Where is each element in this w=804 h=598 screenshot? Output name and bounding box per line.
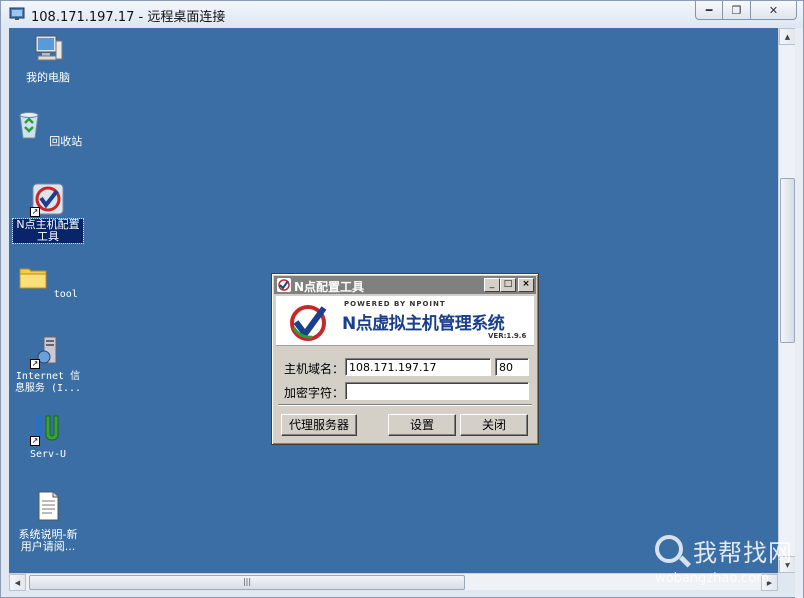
- dialog-title: N点配置工具: [294, 280, 365, 294]
- npoint-config-icon: ↗: [30, 183, 64, 217]
- settings-button[interactable]: 设置: [388, 414, 456, 436]
- vertical-scroll-thumb[interactable]: [780, 178, 795, 343]
- folder-icon: [19, 268, 47, 289]
- desktop-icon-iis[interactable]: ↗ Internet 信息服务 (I...: [10, 335, 86, 395]
- watermark-url: wobangzhao.com: [655, 571, 769, 586]
- port-input[interactable]: [495, 358, 529, 376]
- watermark: 我帮找网 wobangzhao.com: [651, 531, 801, 595]
- remote-desktop-window: 108.171.197.17 - 远程桌面连接 ━ ❐ ✕ 我的电脑 回收站 ↗…: [0, 0, 804, 598]
- close-dialog-button[interactable]: 关闭: [460, 414, 528, 436]
- shortcut-arrow-icon: ↗: [30, 359, 40, 369]
- horizontal-scroll-thumb[interactable]: |||: [29, 575, 465, 590]
- minimize-button[interactable]: ━: [695, 1, 723, 20]
- npoint-app-icon: [277, 278, 291, 292]
- key-input[interactable]: [345, 382, 529, 400]
- vertical-scrollbar[interactable]: ▲ ▼: [778, 28, 796, 573]
- remote-desktop-icon: [9, 7, 25, 20]
- desktop-icon-label: 回收站: [49, 135, 83, 148]
- restore-icon: ❐: [731, 3, 742, 17]
- npoint-config-dialog: N点配置工具 _ □ × POWERED BY NPOINT N点虚拟主机管理系…: [271, 273, 539, 445]
- desktop-icon-npoint-config[interactable]: ↗ N点主机配置工具: [10, 183, 86, 244]
- minimize-icon: _: [489, 279, 495, 289]
- product-name: N点虚拟主机管理系统: [342, 314, 505, 334]
- watermark-name: 我帮找网: [693, 539, 793, 567]
- close-window-button[interactable]: ✕: [751, 1, 797, 20]
- npoint-logo-icon: [290, 305, 327, 341]
- window-border: [795, 28, 803, 598]
- arrow-up-icon: ▲: [784, 32, 791, 41]
- text-document-icon: [38, 491, 59, 521]
- desktop-icon-label: tool: [53, 289, 78, 300]
- desktop-icon-label: 我的电脑: [26, 71, 70, 84]
- arrow-left-icon: ◀: [14, 578, 21, 587]
- close-icon: ✕: [768, 3, 779, 17]
- desktop-icon-label: N点主机配置工具: [12, 218, 84, 244]
- magnifier-handle: [678, 555, 692, 568]
- restore-button[interactable]: ❐: [723, 1, 751, 20]
- shortcut-arrow-icon: ↗: [30, 207, 40, 217]
- powered-by-text: POWERED BY NPOINT: [344, 300, 446, 308]
- window-titlebar[interactable]: 108.171.197.17 - 远程桌面连接 ━ ❐ ✕: [1, 1, 803, 27]
- dialog-controls: _ □ ×: [484, 278, 534, 292]
- desktop-icon-recycle-bin[interactable]: 回收站: [10, 109, 86, 148]
- minimize-icon: ━: [705, 3, 713, 17]
- window-title: 108.171.197.17 - 远程桌面连接: [31, 10, 226, 25]
- host-input[interactable]: [345, 358, 491, 376]
- window-controls: ━ ❐ ✕: [695, 1, 797, 20]
- key-label: 加密字符：: [284, 386, 345, 400]
- maximize-icon: □: [503, 279, 513, 289]
- servu-icon: ↗: [30, 412, 64, 446]
- proxy-server-button[interactable]: 代理服务器: [281, 414, 357, 436]
- my-computer-icon: [35, 35, 63, 61]
- dialog-close-button[interactable]: ×: [518, 278, 534, 292]
- scroll-left-button[interactable]: ◀: [9, 574, 26, 591]
- desktop-icon-tool[interactable]: tool: [10, 261, 86, 301]
- grip-icon: |||: [242, 577, 252, 586]
- shortcut-arrow-icon: ↗: [30, 436, 40, 446]
- recycle-bin-icon: [19, 112, 39, 139]
- dialog-titlebar[interactable]: N点配置工具 _ □ ×: [274, 276, 536, 294]
- dialog-separator: [278, 404, 532, 406]
- desktop-icon-label: 系统说明-新用户请阅...: [18, 528, 78, 553]
- desktop-icon-servu[interactable]: ↗ Serv-U: [10, 412, 86, 461]
- host-label: 主机域名：: [284, 362, 345, 376]
- close-icon: ×: [522, 279, 530, 289]
- dialog-maximize-button[interactable]: □: [500, 278, 516, 292]
- desktop-icon-label: Internet 信息服务 (I...: [14, 371, 82, 394]
- desktop-icon-readme[interactable]: 系统说明-新用户请阅...: [10, 490, 86, 553]
- dialog-minimize-button[interactable]: _: [484, 278, 500, 292]
- product-banner: POWERED BY NPOINT N点虚拟主机管理系统 VER:1.9.6: [276, 296, 534, 346]
- scroll-up-button[interactable]: ▲: [779, 28, 796, 45]
- version-text: VER:1.9.6: [488, 332, 527, 340]
- iis-icon: ↗: [30, 335, 64, 369]
- desktop-icon-label: Serv-U: [29, 449, 67, 460]
- desktop-icon-my-computer[interactable]: 我的电脑: [10, 33, 86, 84]
